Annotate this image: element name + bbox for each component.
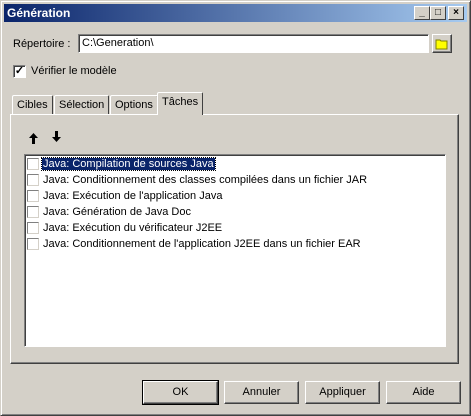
task-label: Java: Exécution de l'application Java	[43, 190, 223, 202]
task-checkbox[interactable]	[27, 158, 39, 170]
checkmark-icon: ✓	[14, 65, 25, 77]
close-icon: ×	[453, 7, 459, 18]
minimize-icon: _	[419, 7, 425, 18]
cancel-label: Annuler	[242, 386, 281, 398]
task-label: Java: Exécution du vérificateur J2EE	[43, 222, 223, 234]
apply-label: Appliquer	[319, 386, 366, 398]
cancel-button[interactable]: Annuler	[224, 381, 299, 404]
arrow-down-icon	[52, 131, 61, 142]
window-title: Génération	[7, 6, 71, 20]
tab-taches-label: Tâches	[162, 96, 199, 108]
move-down-button[interactable]	[52, 130, 61, 145]
tab-taches[interactable]: Tâches	[157, 92, 204, 115]
task-checkbox[interactable]	[27, 222, 39, 234]
apply-button[interactable]: Appliquer	[305, 381, 380, 404]
title-bar[interactable]: Génération _ □ ×	[4, 4, 467, 22]
task-checkbox[interactable]	[27, 206, 39, 218]
tab-selection[interactable]: Sélection	[54, 95, 110, 114]
directory-value: C:\Generation\	[82, 37, 154, 49]
move-up-button[interactable]	[29, 132, 38, 147]
browse-button[interactable]	[432, 34, 452, 53]
minimize-button[interactable]: _	[414, 6, 430, 20]
help-button[interactable]: Aide	[386, 381, 461, 404]
task-label: Java: Génération de Java Doc	[43, 206, 191, 218]
directory-input[interactable]: C:\Generation\	[78, 34, 429, 53]
task-checkbox[interactable]	[27, 174, 39, 186]
tab-selection-label: Sélection	[59, 99, 105, 111]
verify-model-label[interactable]: Vérifier le modèle	[31, 65, 117, 77]
tab-options-label: Options	[115, 99, 153, 111]
task-label: Java: Compilation de sources Java	[41, 157, 216, 171]
task-checkbox[interactable]	[27, 190, 39, 202]
tab-options[interactable]: Options	[110, 95, 158, 114]
tab-cibles[interactable]: Cibles	[12, 95, 53, 114]
arrow-up-icon	[29, 133, 38, 144]
maximize-icon: □	[434, 7, 442, 18]
folder-icon	[435, 39, 448, 50]
tasks-list[interactable]: Java: Compilation de sources Java Java: …	[24, 154, 446, 347]
close-button[interactable]: ×	[448, 6, 464, 20]
ok-button[interactable]: OK	[142, 380, 219, 405]
directory-label: Répertoire :	[13, 38, 71, 50]
ok-label: OK	[172, 386, 189, 398]
tab-cibles-label: Cibles	[17, 99, 48, 111]
maximize-button[interactable]: □	[430, 6, 446, 20]
task-label: Java: Conditionnement des classes compil…	[43, 174, 368, 186]
task-label: Java: Conditionnement de l'application J…	[43, 238, 361, 250]
task-checkbox[interactable]	[27, 238, 39, 250]
verify-model-checkbox[interactable]: ✓	[13, 65, 26, 78]
help-label: Aide	[412, 386, 435, 398]
